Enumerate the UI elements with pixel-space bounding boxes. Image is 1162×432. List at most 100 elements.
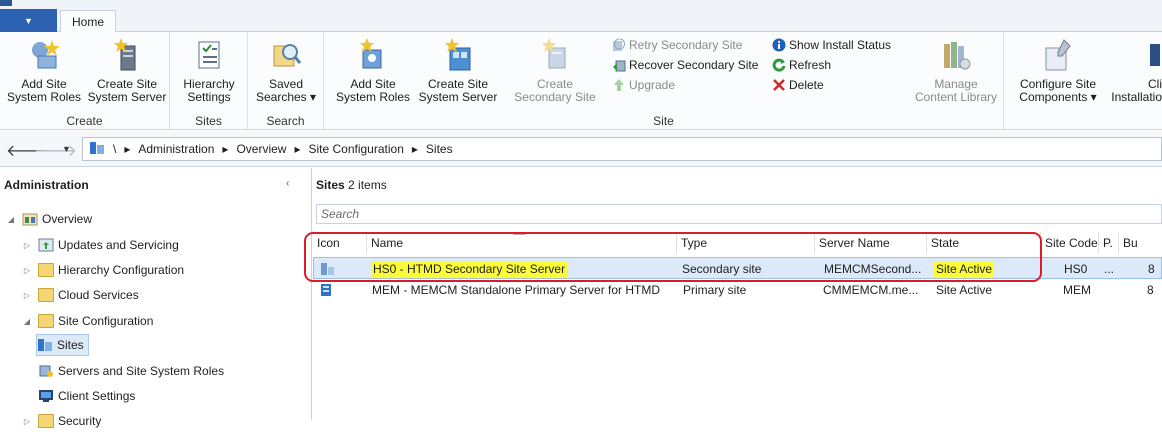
- tree-item-overview[interactable]: ◢ Overview: [4, 208, 92, 230]
- column-header-state[interactable]: State: [927, 232, 1041, 254]
- upgrade-button[interactable]: Upgrade: [612, 76, 675, 94]
- breadcrumb-arrow-icon[interactable]: ▸: [294, 142, 300, 156]
- saved-searches-button[interactable]: Saved Searches ▾: [254, 38, 318, 104]
- cell-server-name: CMMEMCM.me...: [823, 283, 919, 297]
- tab-home[interactable]: Home: [60, 10, 116, 33]
- configure-site-components-icon: [1042, 38, 1074, 72]
- app-menu-corner[interactable]: [0, 0, 12, 6]
- manage-content-library-button[interactable]: Manage Content Library: [910, 38, 1002, 104]
- expander-icon[interactable]: ▷: [20, 266, 34, 275]
- folder-icon: [38, 314, 54, 328]
- breadcrumb-arrow-icon[interactable]: ▸: [222, 142, 228, 156]
- site-add-site-system-roles-button[interactable]: Add Site System Roles: [332, 38, 414, 104]
- configure-site-components-button[interactable]: Configure Site Components ▾: [1010, 38, 1106, 104]
- item-count: 2 items: [348, 178, 387, 192]
- recover-secondary-site-button[interactable]: Recover Secondary Site: [612, 56, 758, 74]
- add-site-system-roles-button[interactable]: Add Site System Roles: [4, 38, 84, 104]
- history-dropdown-icon[interactable]: ▼: [62, 144, 71, 154]
- hierarchy-settings-button[interactable]: Hierarchy Settings: [176, 38, 242, 104]
- expander-icon[interactable]: ▷: [20, 241, 34, 250]
- tree-item-label: Site Configuration: [58, 314, 154, 328]
- tree-item-cloud-services[interactable]: ▷ Cloud Services: [20, 284, 139, 306]
- expander-icon[interactable]: ▷: [20, 417, 34, 426]
- tree-item-sites[interactable]: Sites: [36, 334, 89, 356]
- refresh-button[interactable]: Refresh: [772, 56, 831, 74]
- hierarchy-settings-icon: [193, 38, 225, 72]
- cell-type: Primary site: [683, 283, 747, 297]
- tree-item-security[interactable]: ▷ Security: [20, 410, 101, 432]
- create-secondary-site-button[interactable]: Create Secondary Site: [500, 38, 610, 104]
- column-header-icon[interactable]: Icon: [313, 232, 367, 254]
- create-secondary-site-icon: [539, 38, 571, 72]
- ribbon-group-search: Saved Searches ▾ Search: [248, 32, 324, 130]
- create-site-system-server-icon: [111, 38, 143, 72]
- expander-icon[interactable]: ▷: [20, 291, 34, 300]
- ribbon-group-settings: Configure Site Components ▾ Cli Installa…: [1004, 32, 1162, 130]
- content-pane: Sites 2 items Search Icon Name Type Serv…: [313, 168, 1162, 420]
- title-strip: [0, 0, 1162, 8]
- cell-name: MEM - MEMCM Standalone Primary Server fo…: [372, 283, 661, 297]
- button-label-line2: Content Library: [914, 90, 998, 104]
- breadcrumb-arrow-icon[interactable]: ▸: [412, 142, 418, 156]
- expander-icon[interactable]: ◢: [4, 215, 18, 224]
- client-installation-icon: [1130, 38, 1162, 72]
- breadcrumb[interactable]: \ ▸ Administration ▸ Overview ▸ Site Con…: [82, 137, 1162, 161]
- navigation-bar: 🡐 🡒 ▼ \ ▸ Administration ▸ Overview ▸ Si…: [0, 131, 1162, 167]
- tree-item-servers-and-site-system-roles[interactable]: Servers and Site System Roles: [38, 360, 224, 382]
- breadcrumb-sites[interactable]: Sites: [426, 142, 453, 156]
- column-header-site-code[interactable]: Site Code: [1041, 232, 1099, 254]
- cell-bu: 8: [1148, 262, 1155, 276]
- button-label-line2: Installatio: [1111, 90, 1162, 104]
- overview-icon: [22, 212, 38, 226]
- column-header-p[interactable]: P.: [1099, 232, 1119, 254]
- column-header-bu[interactable]: Bu: [1119, 232, 1162, 254]
- button-label-line2: System Server: [87, 90, 167, 104]
- cell-site-code: MEM: [1063, 283, 1091, 297]
- ribbon-group-sites: Hierarchy Settings Sites: [170, 32, 248, 130]
- button-label-line2: System Roles: [335, 90, 411, 104]
- breadcrumb-administration[interactable]: Administration: [138, 142, 214, 156]
- cell-type: Secondary site: [682, 262, 762, 276]
- search-input[interactable]: Search: [316, 204, 1162, 224]
- content-library-icon: [940, 38, 972, 72]
- table-row[interactable]: HS0 - HTMD Secondary Site Server Seconda…: [313, 257, 1162, 279]
- site-create-site-system-server-button[interactable]: Create Site System Server: [416, 38, 500, 104]
- delete-label: Delete: [789, 78, 824, 92]
- breadcrumb-overview[interactable]: Overview: [236, 142, 286, 156]
- collapse-pane-icon[interactable]: ‹: [286, 178, 289, 189]
- breadcrumb-site-configuration[interactable]: Site Configuration: [308, 142, 403, 156]
- file-menu-tab[interactable]: ▼: [0, 9, 57, 32]
- add-site-system-roles-icon: [357, 38, 389, 72]
- group-label-search: Search: [266, 114, 305, 128]
- tree-item-hierarchy-configuration[interactable]: ▷ Hierarchy Configuration: [20, 259, 184, 281]
- delete-button[interactable]: Delete: [772, 76, 824, 94]
- button-label-line2: System Roles: [6, 90, 82, 104]
- refresh-icon: [772, 58, 786, 72]
- column-header-name[interactable]: Name: [367, 232, 677, 254]
- tree-item-site-configuration[interactable]: ◢ Site Configuration: [20, 310, 153, 332]
- table-row[interactable]: MEM - MEMCM Standalone Primary Server fo…: [313, 279, 1162, 301]
- tree-item-client-settings[interactable]: Client Settings: [38, 385, 135, 407]
- cell-server-name: MEMCMSecond...: [824, 262, 922, 276]
- retry-secondary-site-button[interactable]: Retry Secondary Site: [612, 36, 742, 54]
- secondary-site-icon: [320, 258, 336, 280]
- client-installation-button[interactable]: Cli Installatio: [1108, 38, 1162, 104]
- group-label-site: Site: [653, 114, 674, 128]
- ribbon-group-create: Add Site System Roles Create Site System…: [0, 32, 170, 130]
- tree-item-label: Cloud Services: [58, 288, 139, 302]
- recover-secondary-site-label: Recover Secondary Site: [629, 58, 759, 72]
- tree-item-updates-and-servicing[interactable]: ▷ Updates and Servicing: [20, 234, 179, 256]
- column-header-server-name[interactable]: Server Name: [815, 232, 927, 254]
- show-install-status-button[interactable]: Show Install Status: [772, 36, 891, 54]
- content-title: Sites 2 items: [316, 178, 387, 192]
- folder-icon: [38, 263, 54, 277]
- expander-icon[interactable]: ◢: [20, 317, 34, 326]
- group-label-create: Create: [66, 114, 103, 128]
- column-header-type[interactable]: Type: [677, 232, 815, 254]
- breadcrumb-arrow-icon[interactable]: ▸: [124, 142, 130, 156]
- cell-state: Site Active: [936, 283, 993, 297]
- primary-site-icon: [319, 279, 335, 301]
- cell-state: Site Active: [934, 258, 1042, 280]
- create-site-system-server-button[interactable]: Create Site System Server: [86, 38, 168, 104]
- content-title-name: Sites: [316, 178, 345, 192]
